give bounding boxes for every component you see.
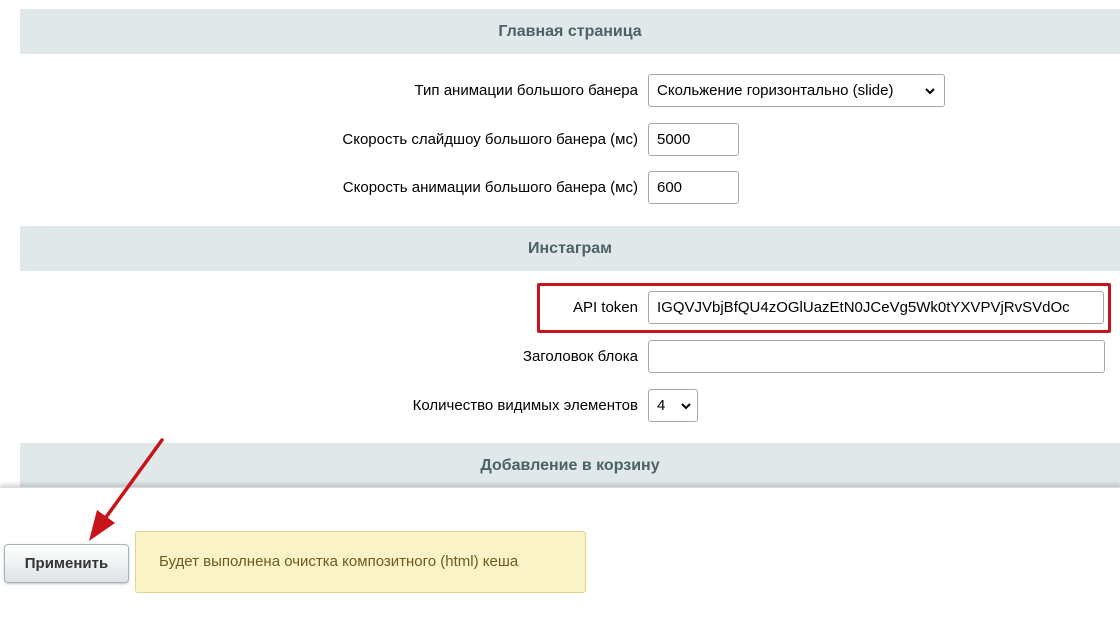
- field-label: Тип анимации большого банера: [414, 82, 638, 99]
- section-header-main-page: Главная страница: [20, 9, 1120, 54]
- input-value: 600: [657, 179, 683, 196]
- chevron-down-icon: [681, 403, 691, 410]
- section-title: Инстаграм: [528, 240, 612, 257]
- row-visible-count: Количество видимых элементов 4: [20, 389, 1120, 423]
- field-label: Заголовок блока: [522, 348, 638, 365]
- row-banner-slideshow-speed: Скорость слайдшоу большого банера (мс) 5…: [20, 123, 1120, 157]
- field-label: Количество видимых элементов: [412, 397, 638, 414]
- block-title-input[interactable]: [648, 340, 1105, 373]
- row-banner-animation-type: Тип анимации большого банера Скольжение …: [20, 74, 1120, 108]
- section-header-add-to-cart: Добавление в корзину: [20, 443, 1120, 488]
- api-token-highlight: [537, 283, 1111, 333]
- section-title: Главная страница: [498, 23, 642, 40]
- footer-bar: Применить Будет выполнена очистка композ…: [0, 487, 1120, 617]
- notice-text: Будет выполнена очистка композитного (ht…: [159, 553, 519, 570]
- section-header-instagram: Инстаграм: [20, 226, 1120, 271]
- cache-notice: Будет выполнена очистка композитного (ht…: [135, 531, 586, 593]
- apply-button[interactable]: Применить: [4, 544, 129, 583]
- select-value: 4: [657, 397, 666, 414]
- field-label: Скорость анимации большого банера (мс): [342, 179, 638, 196]
- banner-slideshow-speed-input[interactable]: 5000: [648, 123, 739, 156]
- section-title: Добавление в корзину: [480, 457, 660, 474]
- chevron-down-icon: [925, 88, 935, 95]
- row-banner-animation-speed: Скорость анимации большого банера (мс) 6…: [20, 171, 1120, 205]
- banner-animation-type-select[interactable]: Скольжение горизонтально (slide): [648, 74, 945, 107]
- settings-form: Главная страница Тип анимации большого б…: [20, 0, 1120, 492]
- banner-animation-speed-input[interactable]: 600: [648, 171, 739, 204]
- field-label: Скорость слайдшоу большого банера (мс): [342, 131, 638, 148]
- select-value: Скольжение горизонтально (slide): [657, 82, 894, 99]
- input-value: 5000: [657, 131, 691, 148]
- settings-page: Главная страница Тип анимации большого б…: [0, 0, 1120, 617]
- row-block-title: Заголовок блока: [20, 340, 1120, 374]
- visible-count-select[interactable]: 4: [648, 389, 698, 422]
